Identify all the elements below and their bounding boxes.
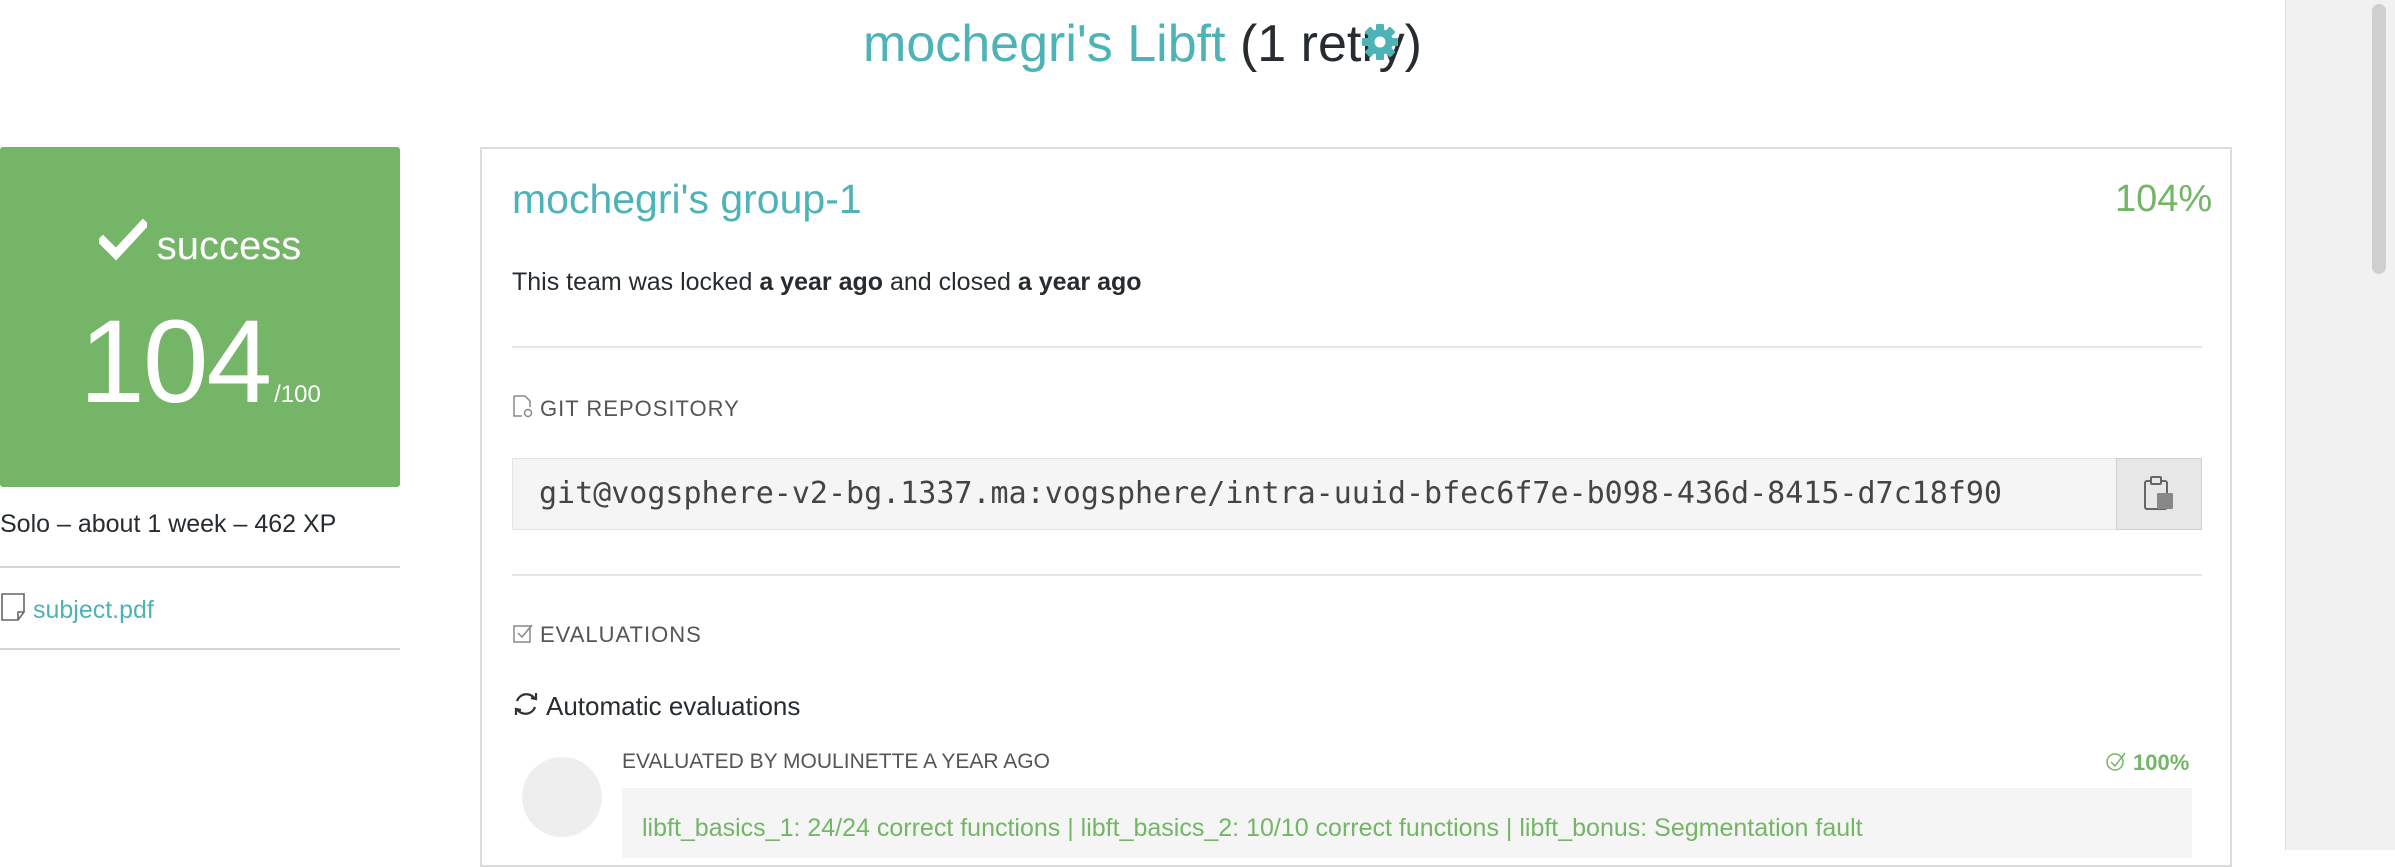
automatic-evaluations-label: Automatic evaluations <box>546 691 801 721</box>
score-max: /100 <box>274 381 321 408</box>
team-name[interactable]: mochegri's group-1 <box>512 176 862 223</box>
divider <box>0 648 400 650</box>
automatic-evaluations-heading: Automatic evaluations <box>512 690 800 722</box>
evaluated-by-text: EVALUATED BY MOULINETTE A YEAR AGO <box>622 750 1050 773</box>
scrollbar-thumb[interactable] <box>2372 4 2386 274</box>
evaluations-heading: EVALUATIONS <box>512 622 702 648</box>
clipboard-icon <box>2144 476 2173 510</box>
project-title-link[interactable]: mochegri's Libft <box>863 15 1226 73</box>
lock-status-text: This team was locked a year ago and clos… <box>512 268 1142 297</box>
git-heading-label: GIT REPOSITORY <box>540 396 740 421</box>
status-label: success <box>156 224 302 268</box>
evaluator-avatar <box>522 757 602 837</box>
check-circle-icon <box>2106 752 2126 771</box>
evaluation-score: 100% <box>2105 750 2189 776</box>
refresh-icon <box>514 693 538 715</box>
status-row: success <box>0 217 400 271</box>
lock-text-prefix: This team was locked <box>512 268 760 296</box>
subject-attachment[interactable]: subject.pdf <box>0 592 400 625</box>
lock-text-middle: and closed <box>883 268 1018 296</box>
divider <box>512 574 2202 576</box>
gear-icon[interactable] <box>1360 22 1400 62</box>
score-card: success 104/100 <box>0 147 400 487</box>
team-percent: 104% <box>2115 178 2213 220</box>
file-icon <box>513 395 533 418</box>
divider <box>0 566 400 568</box>
checkbox-icon <box>513 624 533 643</box>
evaluation-score-value: 100% <box>2133 750 2190 775</box>
git-repository-heading: GIT REPOSITORY <box>512 394 740 422</box>
evaluation-comment-text: libft_basics_1: 24/24 correct functions … <box>642 814 1863 842</box>
divider <box>512 346 2202 348</box>
close-time: a year ago <box>1017 268 1142 296</box>
evaluation-comment: libft_basics_1: 24/24 correct functions … <box>622 788 2192 858</box>
page-header: mochegri's Libft (1 retry) <box>0 0 2285 100</box>
git-url-field[interactable]: git@vogsphere-v2-bg.1337.ma:vogsphere/in… <box>512 458 2116 530</box>
project-info: Solo – about 1 week – 462 XP <box>0 510 337 538</box>
page-title: mochegri's Libft (1 retry) <box>0 12 2285 76</box>
lock-time: a year ago <box>759 268 884 296</box>
document-icon <box>0 592 26 622</box>
subject-link[interactable]: subject.pdf <box>33 596 154 624</box>
checkmark-icon <box>96 217 150 261</box>
copy-button[interactable] <box>2116 458 2202 530</box>
evaluations-heading-label: EVALUATIONS <box>540 622 702 647</box>
git-url[interactable]: git@vogsphere-v2-bg.1337.ma:vogsphere/in… <box>539 459 2002 529</box>
final-score: 104 <box>79 296 272 428</box>
score-row: 104/100 <box>0 297 400 427</box>
